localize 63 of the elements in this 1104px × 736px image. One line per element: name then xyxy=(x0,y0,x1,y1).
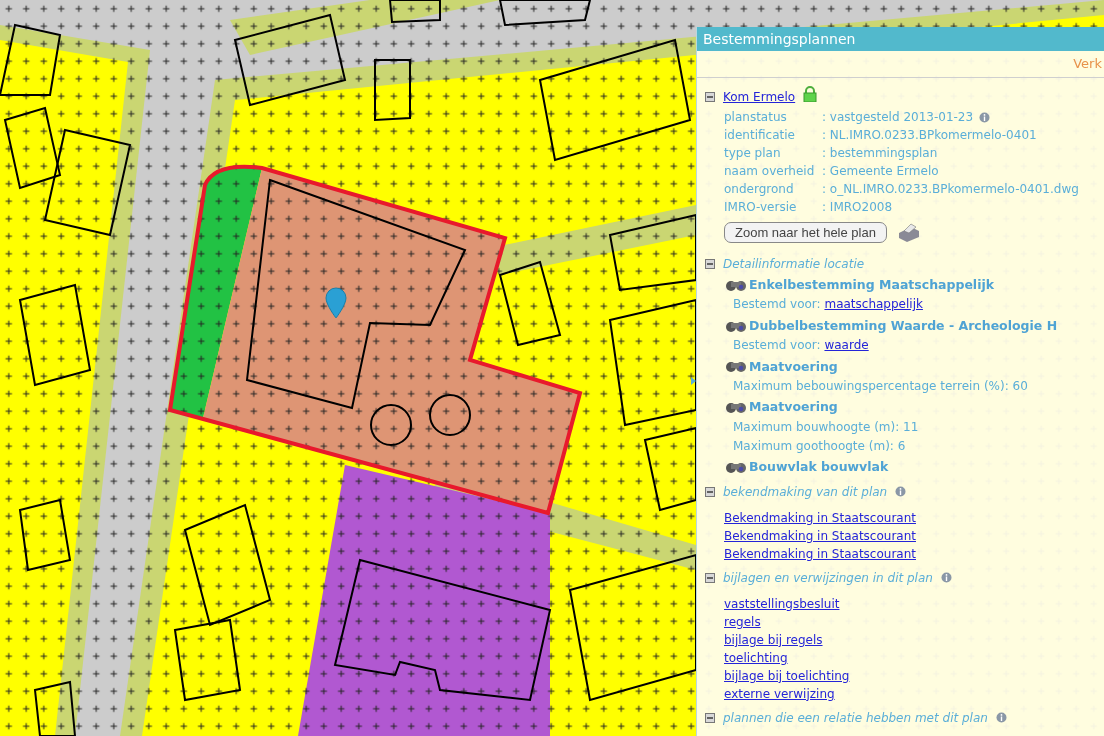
circle-outline xyxy=(370,404,412,446)
binoculars-icon xyxy=(725,319,747,333)
document-link[interactable]: bijlage bij toelichting xyxy=(724,666,850,685)
document-link[interactable]: Bekendmaking in Staatscourant xyxy=(724,544,916,563)
info-icon[interactable] xyxy=(895,486,907,498)
property-label: IMRO-versie xyxy=(724,199,798,216)
document-link[interactable]: vaststellingsbesluit xyxy=(724,594,840,613)
zoning-link[interactable]: waarde xyxy=(824,336,869,354)
section-heading: Detailinformatie locatie xyxy=(723,256,865,273)
document-link[interactable]: externe verwijzing xyxy=(724,684,835,703)
collapse-icon[interactable] xyxy=(705,572,715,583)
building-outline xyxy=(374,59,411,122)
binoculars-icon xyxy=(725,401,747,415)
building-outline xyxy=(388,0,441,24)
zoning-detail: Bestemd voor: xyxy=(733,337,822,354)
property-label: planstatus xyxy=(724,109,788,126)
info-icon[interactable] xyxy=(979,111,991,123)
info-icon[interactable] xyxy=(995,712,1007,724)
zoning-title: Dubbelbestemming Waarde - Archeologie H xyxy=(749,316,1058,335)
zoning-title: Bouwvlak bouwvlak xyxy=(749,458,889,476)
document-link[interactable]: Bekendmaking in Staatscourant xyxy=(724,508,916,527)
zoning-detail: Bestemd voor: xyxy=(733,296,822,314)
property-value: : Gemeente Ermelo xyxy=(822,163,939,180)
info-icon[interactable] xyxy=(940,572,952,584)
property-value: : vastgesteld 2013-01-23 xyxy=(822,109,974,126)
zoning-title: Maatvoering xyxy=(749,398,838,417)
circle-outline xyxy=(429,394,471,436)
section-heading: bekendmaking van dit plan xyxy=(723,483,888,501)
binoculars-icon xyxy=(725,360,747,374)
printer-icon[interactable] xyxy=(896,222,921,243)
collapse-icon[interactable] xyxy=(705,92,715,102)
section-heading: plannen die een relatie hebben met dit plan xyxy=(723,709,988,727)
zoom-to-plan-button[interactable]: Zoom naar het hele plan xyxy=(724,222,887,243)
zoning-title: Enkelbestemming Maatschappelijk xyxy=(749,276,995,294)
document-link[interactable]: toelichting xyxy=(724,648,788,667)
collapse-icon[interactable] xyxy=(705,259,715,269)
section-heading: bijlagen en verwijzingen in dit plan xyxy=(723,569,933,587)
binoculars-icon xyxy=(725,460,747,474)
document-link[interactable]: regels xyxy=(724,612,761,631)
plan-name-link[interactable]: Kom Ermelo xyxy=(723,88,796,106)
building-outline xyxy=(33,680,77,736)
document-link[interactable]: bijlage bij regels xyxy=(724,630,823,649)
property-value: : bestemmingsplan xyxy=(822,145,938,162)
zoning-link[interactable]: maatschappelijk xyxy=(824,295,923,314)
collapse-icon[interactable] xyxy=(705,486,715,497)
property-value: : NL.IMRO.0233.BPkomermelo-0401 xyxy=(822,127,1037,144)
zoning-detail: Maximum goothoogte (m): 6 xyxy=(733,437,906,455)
property-value: : IMRO2008 xyxy=(822,199,893,216)
zoning-detail: Maximum bouwhoogte (m): 11 xyxy=(733,418,919,436)
property-label: type plan xyxy=(724,145,782,162)
zoning-title: Maatvoering xyxy=(749,357,838,376)
document-link[interactable]: Bekendmaking in Staatscourant xyxy=(724,526,916,545)
property-label: naam overheid xyxy=(724,163,816,180)
collapse-icon[interactable] xyxy=(705,712,715,723)
plan-boundary[interactable] xyxy=(168,164,582,515)
property-label: identificatie xyxy=(724,127,796,144)
lock-icon xyxy=(803,86,818,102)
property-value: : o_NL.IMRO.0233.BPkomermelo-0401.dwg xyxy=(822,181,1079,198)
panel-title: Bestemmingsplannen xyxy=(697,27,1104,51)
binoculars-icon xyxy=(725,278,747,292)
zoning-detail: Maximum bebouwingspercentage terrein (%): 60 xyxy=(733,377,1028,395)
collapse-arrow-icon[interactable] xyxy=(691,377,696,385)
property-label: ondergrond xyxy=(724,181,795,198)
